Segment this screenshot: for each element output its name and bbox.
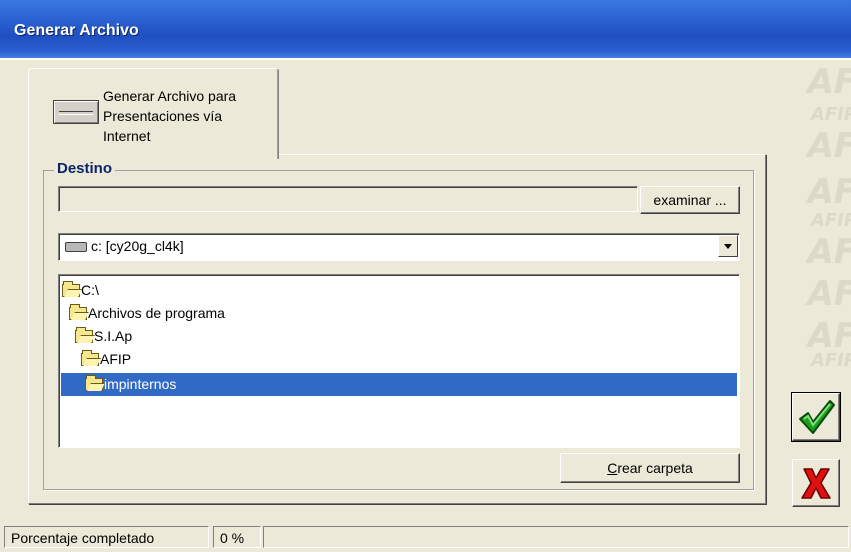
- open-folder-icon: [85, 374, 103, 391]
- tree-item-label: C:\: [81, 282, 99, 298]
- open-folder-icon: [81, 349, 99, 366]
- hard-drive-icon: [65, 242, 87, 252]
- status-bar: Porcentaje completado 0 %: [0, 522, 851, 552]
- tab-generar-archivo-internet[interactable]: Generar Archivo para Presentaciones vía …: [28, 68, 279, 159]
- window-title: Generar Archivo: [14, 22, 139, 39]
- tab-label-line-1: Generar Archivo para: [103, 88, 237, 104]
- progress-percent: 0 %: [213, 526, 261, 548]
- tree-item-label: Archivos de programa: [88, 305, 225, 321]
- tab-label: Generar Archivo para Presentaciones vía …: [103, 86, 273, 146]
- tree-item-root[interactable]: C:\: [62, 279, 99, 302]
- crear-carpeta-button[interactable]: Crear carpeta: [560, 453, 740, 483]
- tree-item-afip[interactable]: AFIP: [81, 348, 131, 371]
- examinar-button[interactable]: examinar ...: [640, 186, 740, 214]
- status-label: Porcentaje completado: [4, 526, 209, 548]
- crear-carpeta-accel: C: [607, 460, 618, 476]
- tree-item-label: S.I.Ap: [94, 328, 133, 344]
- progress-bar: [263, 526, 849, 548]
- drive-select[interactable]: c: [cy20g_cl4k]: [58, 233, 740, 261]
- open-folder-icon: [69, 303, 87, 320]
- tab-label-line-3: Internet: [103, 128, 151, 144]
- background-logo-decoration: AF AFIP AF AF AFIP AF AF AF AFIP: [807, 62, 851, 371]
- tab-label-line-2: Presentaciones vía: [103, 108, 223, 124]
- title-bar[interactable]: Generar Archivo: [0, 0, 851, 60]
- cancel-button[interactable]: [792, 459, 840, 507]
- destino-group-title: Destino: [54, 160, 116, 177]
- x-icon: [801, 468, 831, 499]
- chevron-down-icon[interactable]: [718, 235, 738, 257]
- tree-item-label: AFIP: [100, 351, 132, 367]
- destination-path-field[interactable]: [58, 186, 638, 212]
- ok-button[interactable]: [792, 393, 840, 441]
- crear-carpeta-label: rear carpeta: [617, 460, 693, 476]
- checkmark-icon: [799, 400, 835, 434]
- tree-item-label: impinternos: [104, 376, 177, 392]
- open-folder-icon: [75, 326, 93, 343]
- drive-select-value: c: [cy20g_cl4k]: [91, 238, 184, 254]
- drive-icon: [53, 100, 99, 124]
- open-folder-icon: [62, 280, 80, 297]
- tree-item-archivos-de-programa[interactable]: Archivos de programa: [69, 302, 225, 325]
- tree-item-siap[interactable]: S.I.Ap: [75, 325, 132, 348]
- tree-item-impinternos[interactable]: impinternos: [61, 373, 737, 396]
- folder-tree[interactable]: C:\ Archivos de programa S.I.Ap AFIP imp…: [58, 274, 740, 448]
